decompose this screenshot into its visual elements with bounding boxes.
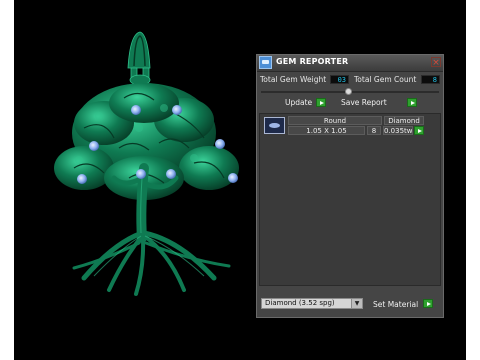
gem-row-play-button[interactable] — [414, 126, 424, 135]
update-button[interactable] — [316, 98, 326, 107]
total-gem-weight-value: 03 — [330, 75, 349, 84]
gem-stone — [136, 169, 146, 179]
panel-title: GEM REPORTER — [276, 57, 349, 66]
gem-stone — [77, 174, 87, 184]
update-button-label: Update — [285, 98, 313, 107]
material-select-value: Diamond (3.52 spg) — [265, 299, 335, 307]
gem-stone — [89, 141, 99, 151]
set-material-button[interactable] — [423, 299, 433, 308]
save-report-button[interactable] — [407, 98, 417, 107]
gem-weight-cell: 0.035tw — [383, 126, 413, 135]
total-gem-weight-label: Total Gem Weight — [260, 75, 327, 84]
round-diamond-thumbnail — [264, 117, 285, 134]
material-select[interactable]: Diamond (3.52 spg) ▼ — [261, 298, 363, 309]
table-header-shape: Round — [288, 116, 382, 125]
gem-size-cell: 1.05 X 1.05 — [288, 126, 365, 135]
tree-pendant-model — [54, 31, 239, 296]
slider-knob[interactable] — [345, 88, 352, 95]
3d-viewport[interactable]: GEM REPORTER × Total Gem Weight 03 Total… — [14, 0, 466, 360]
table-header-material: Diamond — [384, 116, 424, 125]
gem-list[interactable]: Round Diamond 1.05 X 1.05 8 0.035tw — [259, 113, 441, 286]
set-material-button-label: Set Material — [373, 300, 419, 309]
gem-reporter-icon — [259, 56, 272, 69]
chevron-down-icon[interactable]: ▼ — [351, 299, 362, 308]
gem-reporter-panel: GEM REPORTER × Total Gem Weight 03 Total… — [256, 54, 444, 318]
save-report-button-label: Save Report — [341, 98, 387, 107]
gem-stone — [166, 169, 176, 179]
pendant-bail — [127, 31, 151, 86]
panel-titlebar[interactable]: GEM REPORTER × — [257, 55, 443, 72]
total-gem-count-value: 8 — [421, 75, 440, 84]
total-gem-count-label: Total Gem Count — [354, 75, 417, 84]
gem-stone — [172, 105, 182, 115]
gem-stone — [131, 105, 141, 115]
gem-stone — [215, 139, 225, 149]
gem-count-cell: 8 — [367, 126, 381, 135]
gem-stone — [228, 173, 238, 183]
close-icon[interactable]: × — [431, 57, 441, 68]
